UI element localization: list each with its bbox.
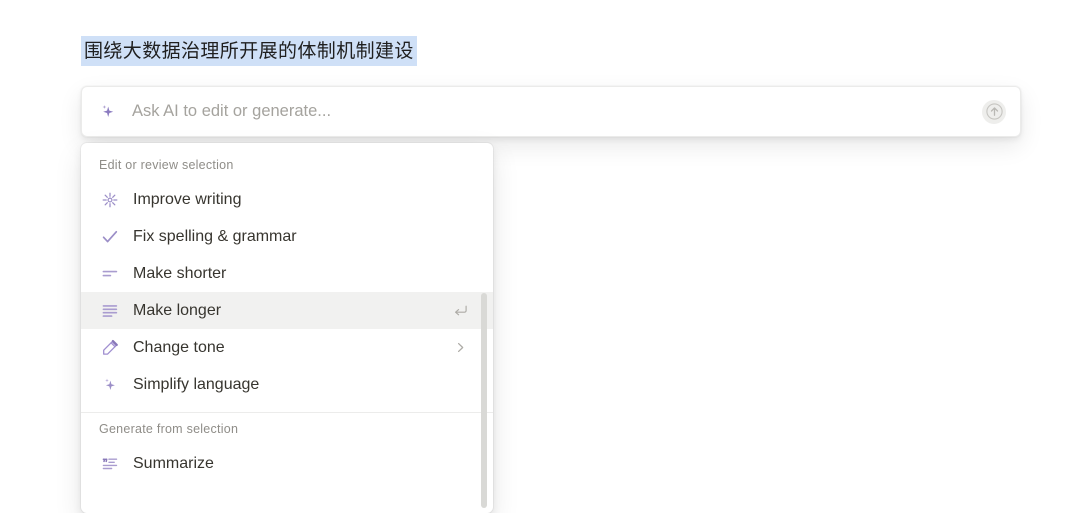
menu-item-change-tone[interactable]: Change tone xyxy=(81,329,493,366)
pen-icon xyxy=(99,337,121,359)
menu-item-label: Make longer xyxy=(133,301,222,319)
document-text-area: 围绕大数据治理所开展的体制机制建设 xyxy=(81,36,981,66)
selected-document-text[interactable]: 围绕大数据治理所开展的体制机制建设 xyxy=(81,36,417,66)
menu-scrollbar-track[interactable] xyxy=(481,145,490,511)
sparkle-icon xyxy=(98,102,118,122)
ai-actions-menu[interactable]: Edit or review selection Improve writing xyxy=(81,143,493,513)
menu-item-fix-spelling-grammar[interactable]: Fix spelling & grammar xyxy=(81,218,493,255)
ai-prompt-bar[interactable] xyxy=(81,86,1021,137)
menu-item-label: Change tone xyxy=(133,338,225,356)
menu-item-label: Fix spelling & grammar xyxy=(133,227,297,245)
menu-scrollbar-thumb[interactable] xyxy=(481,293,487,508)
menu-item-make-longer[interactable]: Make longer xyxy=(81,292,493,329)
burst-sparkle-icon xyxy=(99,189,121,211)
menu-item-label: Simplify language xyxy=(133,375,260,393)
menu-item-label: Summarize xyxy=(133,454,214,472)
menu-item-make-shorter[interactable]: Make shorter xyxy=(81,255,493,292)
ai-prompt-input[interactable] xyxy=(132,102,982,121)
menu-divider xyxy=(81,412,493,413)
sparkle-icon xyxy=(99,374,121,396)
short-lines-icon xyxy=(99,263,121,285)
long-lines-icon xyxy=(99,300,121,322)
menu-item-improve-writing[interactable]: Improve writing xyxy=(81,181,493,218)
check-icon xyxy=(99,226,121,248)
ai-submit-button[interactable] xyxy=(982,99,1006,124)
chevron-right-icon xyxy=(451,341,469,354)
enter-key-icon xyxy=(451,303,469,318)
menu-item-simplify-language[interactable]: Simplify language xyxy=(81,366,493,403)
ai-actions-menu-content: Edit or review selection Improve writing xyxy=(81,143,493,513)
arrow-up-circle-icon xyxy=(985,103,1003,120)
quote-lines-icon xyxy=(99,453,121,475)
menu-item-label: Improve writing xyxy=(133,190,242,208)
menu-section-title-generate: Generate from selection xyxy=(99,422,239,436)
menu-section-title-edit: Edit or review selection xyxy=(99,158,234,172)
menu-item-label: Make shorter xyxy=(133,264,227,282)
menu-item-summarize[interactable]: Summarize xyxy=(81,445,493,482)
ai-assistant-screen: 围绕大数据治理所开展的体制机制建设 Edit or review selecti… xyxy=(0,0,1080,513)
